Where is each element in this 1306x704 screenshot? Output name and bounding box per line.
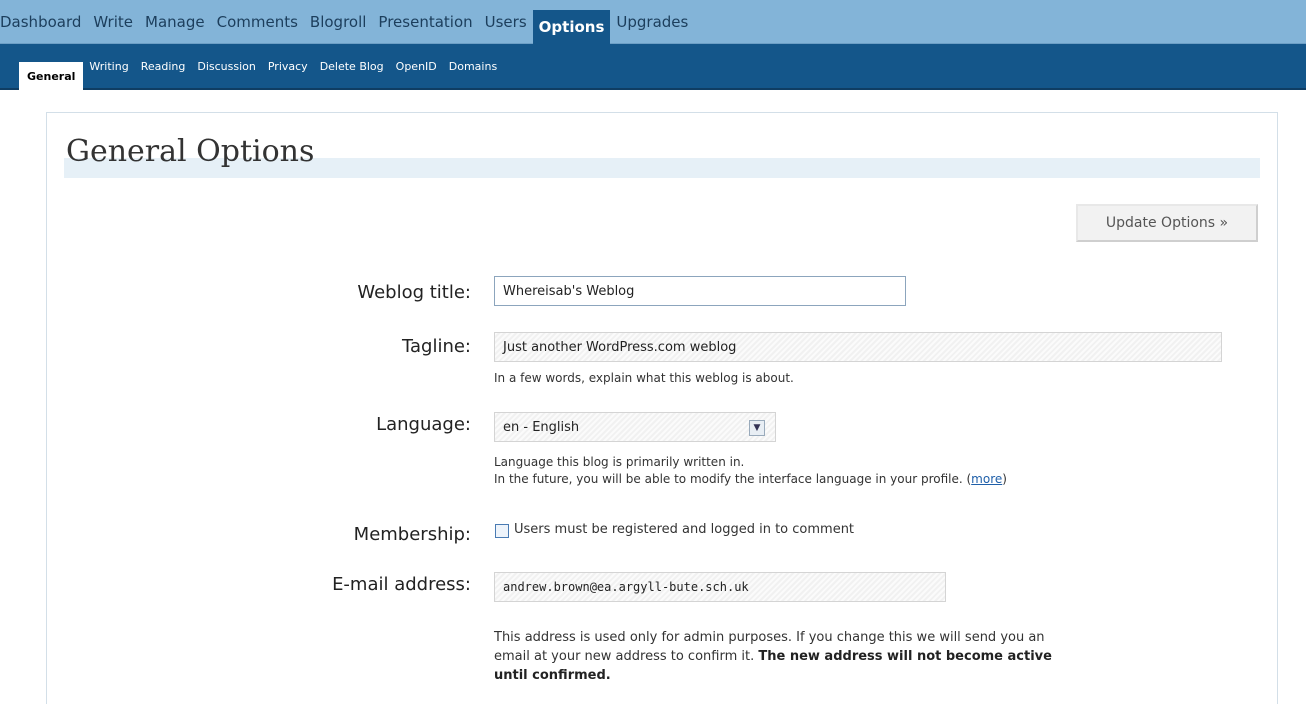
email-hint-line-3: until confirmed. [494, 666, 611, 685]
chevron-down-icon[interactable]: ▼ [749, 420, 765, 436]
language-hint-2: In the future, you will be able to modif… [494, 471, 1007, 488]
menu-write[interactable]: Write [87, 0, 139, 44]
language-hint-2-close: ) [1002, 472, 1007, 486]
menu-upgrades[interactable]: Upgrades [610, 0, 694, 44]
email-hint-line-2: email at your new address to confirm it.… [494, 647, 1052, 666]
email-hint-line-2-bold: The new address will not become active [758, 649, 1052, 664]
tagline-input[interactable]: Just another WordPress.com weblog [494, 332, 1222, 362]
menu-dashboard[interactable]: Dashboard [0, 0, 87, 44]
email-hint-line-2-text: email at your new address to confirm it. [494, 649, 759, 664]
email-hint-line-3-bold: until confirmed. [494, 668, 611, 683]
membership-checkbox-label[interactable]: Users must be registered and logged in t… [514, 522, 854, 537]
membership-label: Membership: [353, 524, 471, 545]
more-link[interactable]: more [971, 472, 1002, 486]
email-input[interactable]: andrew.brown@ea.argyll-bute.sch.uk [494, 572, 946, 602]
submenu-openid[interactable]: OpenID [390, 44, 443, 88]
update-options-button[interactable]: Update Options » [1076, 204, 1258, 242]
submenu-domains[interactable]: Domains [443, 44, 503, 88]
submenu-privacy[interactable]: Privacy [262, 44, 314, 88]
tagline-hint: In a few words, explain what this weblog… [494, 371, 794, 385]
weblog-title-input[interactable]: Whereisab's Weblog [494, 276, 906, 306]
submenu-reading[interactable]: Reading [135, 44, 192, 88]
menu-users[interactable]: Users [479, 0, 533, 44]
language-hint-2-text: In the future, you will be able to modif… [494, 472, 972, 486]
submenu-delete-blog[interactable]: Delete Blog [314, 44, 390, 88]
menu-blogroll[interactable]: Blogroll [304, 0, 373, 44]
weblog-title-label: Weblog title: [357, 282, 471, 303]
language-selected-value: en - English [503, 419, 580, 435]
tagline-label: Tagline: [401, 336, 471, 357]
page-title: General Options [66, 134, 315, 169]
menu-options[interactable]: Options [532, 10, 611, 44]
email-hint-line-1: This address is used only for admin purp… [494, 630, 1045, 645]
menu-comments[interactable]: Comments [211, 0, 304, 44]
language-select[interactable]: en - English ▼ [494, 412, 776, 442]
submenu-discussion[interactable]: Discussion [191, 44, 262, 88]
membership-checkbox[interactable] [495, 524, 509, 538]
options-submenu: General Writing Reading Discussion Priva… [0, 44, 1306, 90]
menu-manage[interactable]: Manage [139, 0, 211, 44]
admin-top-menu: Dashboard Write Manage Comments Blogroll… [0, 0, 1306, 44]
menu-presentation[interactable]: Presentation [372, 0, 478, 44]
options-panel [46, 112, 1278, 704]
email-label: E-mail address: [332, 574, 471, 595]
language-hint-1: Language this blog is primarily written … [494, 455, 745, 469]
submenu-general[interactable]: General [19, 62, 84, 90]
language-label: Language: [376, 414, 471, 435]
submenu-writing[interactable]: Writing [83, 44, 134, 88]
